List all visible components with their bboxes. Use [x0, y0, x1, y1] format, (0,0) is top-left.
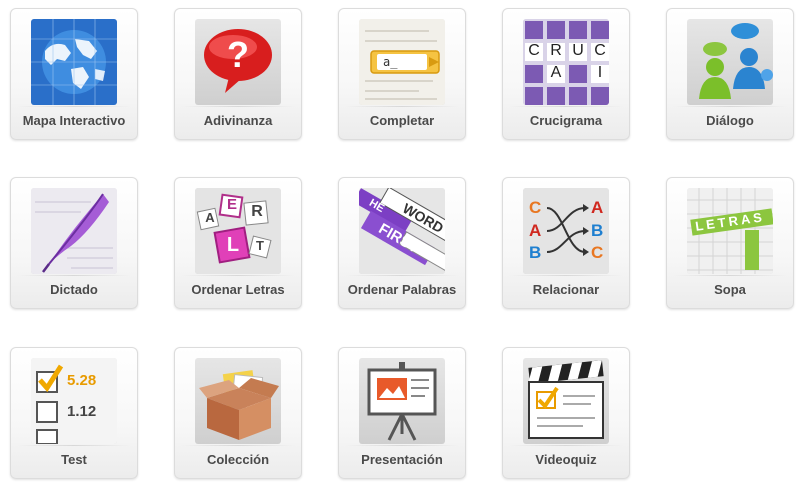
block-letter: E	[226, 196, 237, 213]
word-strips-icon: HE WORD FIRST	[359, 188, 445, 274]
block-letter: T	[256, 238, 264, 253]
tile-completar[interactable]: a_ Completar	[338, 8, 466, 140]
tile-label: Mapa Interactivo	[11, 106, 137, 133]
tile-coleccion[interactable]: Colección	[174, 347, 302, 479]
match-letter: B	[529, 243, 542, 262]
question-bubble-icon: ?	[195, 19, 281, 105]
fill-in-text: a_	[383, 55, 398, 69]
block-letter: A	[205, 210, 215, 225]
tile-label: Ordenar Letras	[175, 275, 301, 302]
tile-label: Colección	[175, 445, 301, 472]
quill-pen-icon	[31, 188, 117, 274]
test-value: 1.12	[67, 403, 97, 420]
tile-dialogo[interactable]: Diálogo	[666, 8, 794, 140]
tile-sopa[interactable]: LETRAS Sopa	[666, 177, 794, 309]
tile-ordenar-letras[interactable]: A E R L T Ordenar Letras	[174, 177, 302, 309]
tile-videoquiz[interactable]: Videoquiz	[502, 347, 630, 479]
tile-presentacion[interactable]: Presentación	[338, 347, 466, 479]
tile-relacionar[interactable]: C A B A B C Relacionar	[502, 177, 630, 309]
match-letter: B	[591, 221, 604, 240]
block-letter: L	[226, 234, 240, 256]
tile-ordenar-palabras[interactable]: HE WORD FIRST Ordenar Palabras	[338, 177, 466, 309]
match-letter: C	[591, 243, 604, 262]
tile-crucigrama[interactable]: C R U C A I Crucigrama	[502, 8, 630, 140]
crossword-letter: I	[597, 64, 603, 81]
match-letter: C	[529, 198, 542, 217]
block-letter: R	[251, 203, 263, 220]
box-files-icon	[195, 358, 281, 444]
tile-label: Videoquiz	[503, 445, 629, 472]
match-arrows-icon: C A B A B C	[523, 188, 609, 274]
match-letter: A	[591, 198, 604, 217]
crossword-icon: C R U C A I	[523, 19, 609, 105]
tile-test[interactable]: 5.28 1.12 Test	[10, 347, 138, 479]
word-search-icon: LETRAS	[687, 188, 773, 274]
tile-label: Crucigrama	[503, 106, 629, 133]
crossword-letter: A	[550, 64, 562, 81]
crossword-letter: R	[550, 42, 562, 59]
tile-label: Test	[11, 445, 137, 472]
tile-mapa-interactivo[interactable]: Mapa Interactivo	[10, 8, 138, 140]
test-value: 5.28	[67, 372, 97, 389]
crossword-letter: C	[594, 42, 606, 59]
activity-grid: Mapa Interactivo ? Adivinanza a_ Complet…	[0, 0, 800, 486]
tile-label: Diálogo	[667, 106, 793, 133]
match-letter: A	[529, 221, 542, 240]
globe-map-icon	[31, 19, 117, 105]
tile-label: Sopa	[667, 275, 793, 302]
letter-blocks-icon: A E R L T	[195, 188, 281, 274]
crossword-letter: C	[528, 42, 540, 59]
tile-label: Ordenar Palabras	[339, 275, 465, 302]
crossword-letter: U	[572, 42, 584, 59]
tile-label: Presentación	[339, 445, 465, 472]
checklist-icon: 5.28 1.12	[31, 358, 117, 444]
tile-label: Completar	[339, 106, 465, 133]
svg-text:?: ?	[227, 34, 249, 75]
fill-in-blank-icon: a_	[359, 19, 445, 105]
clapperboard-quiz-icon	[523, 358, 609, 444]
tile-label: Dictado	[11, 275, 137, 302]
tile-dictado[interactable]: Dictado	[10, 177, 138, 309]
tile-label: Relacionar	[503, 275, 629, 302]
tile-label: Adivinanza	[175, 106, 301, 133]
easel-chart-icon	[359, 358, 445, 444]
people-chat-icon	[687, 19, 773, 105]
tile-adivinanza[interactable]: ? Adivinanza	[174, 8, 302, 140]
